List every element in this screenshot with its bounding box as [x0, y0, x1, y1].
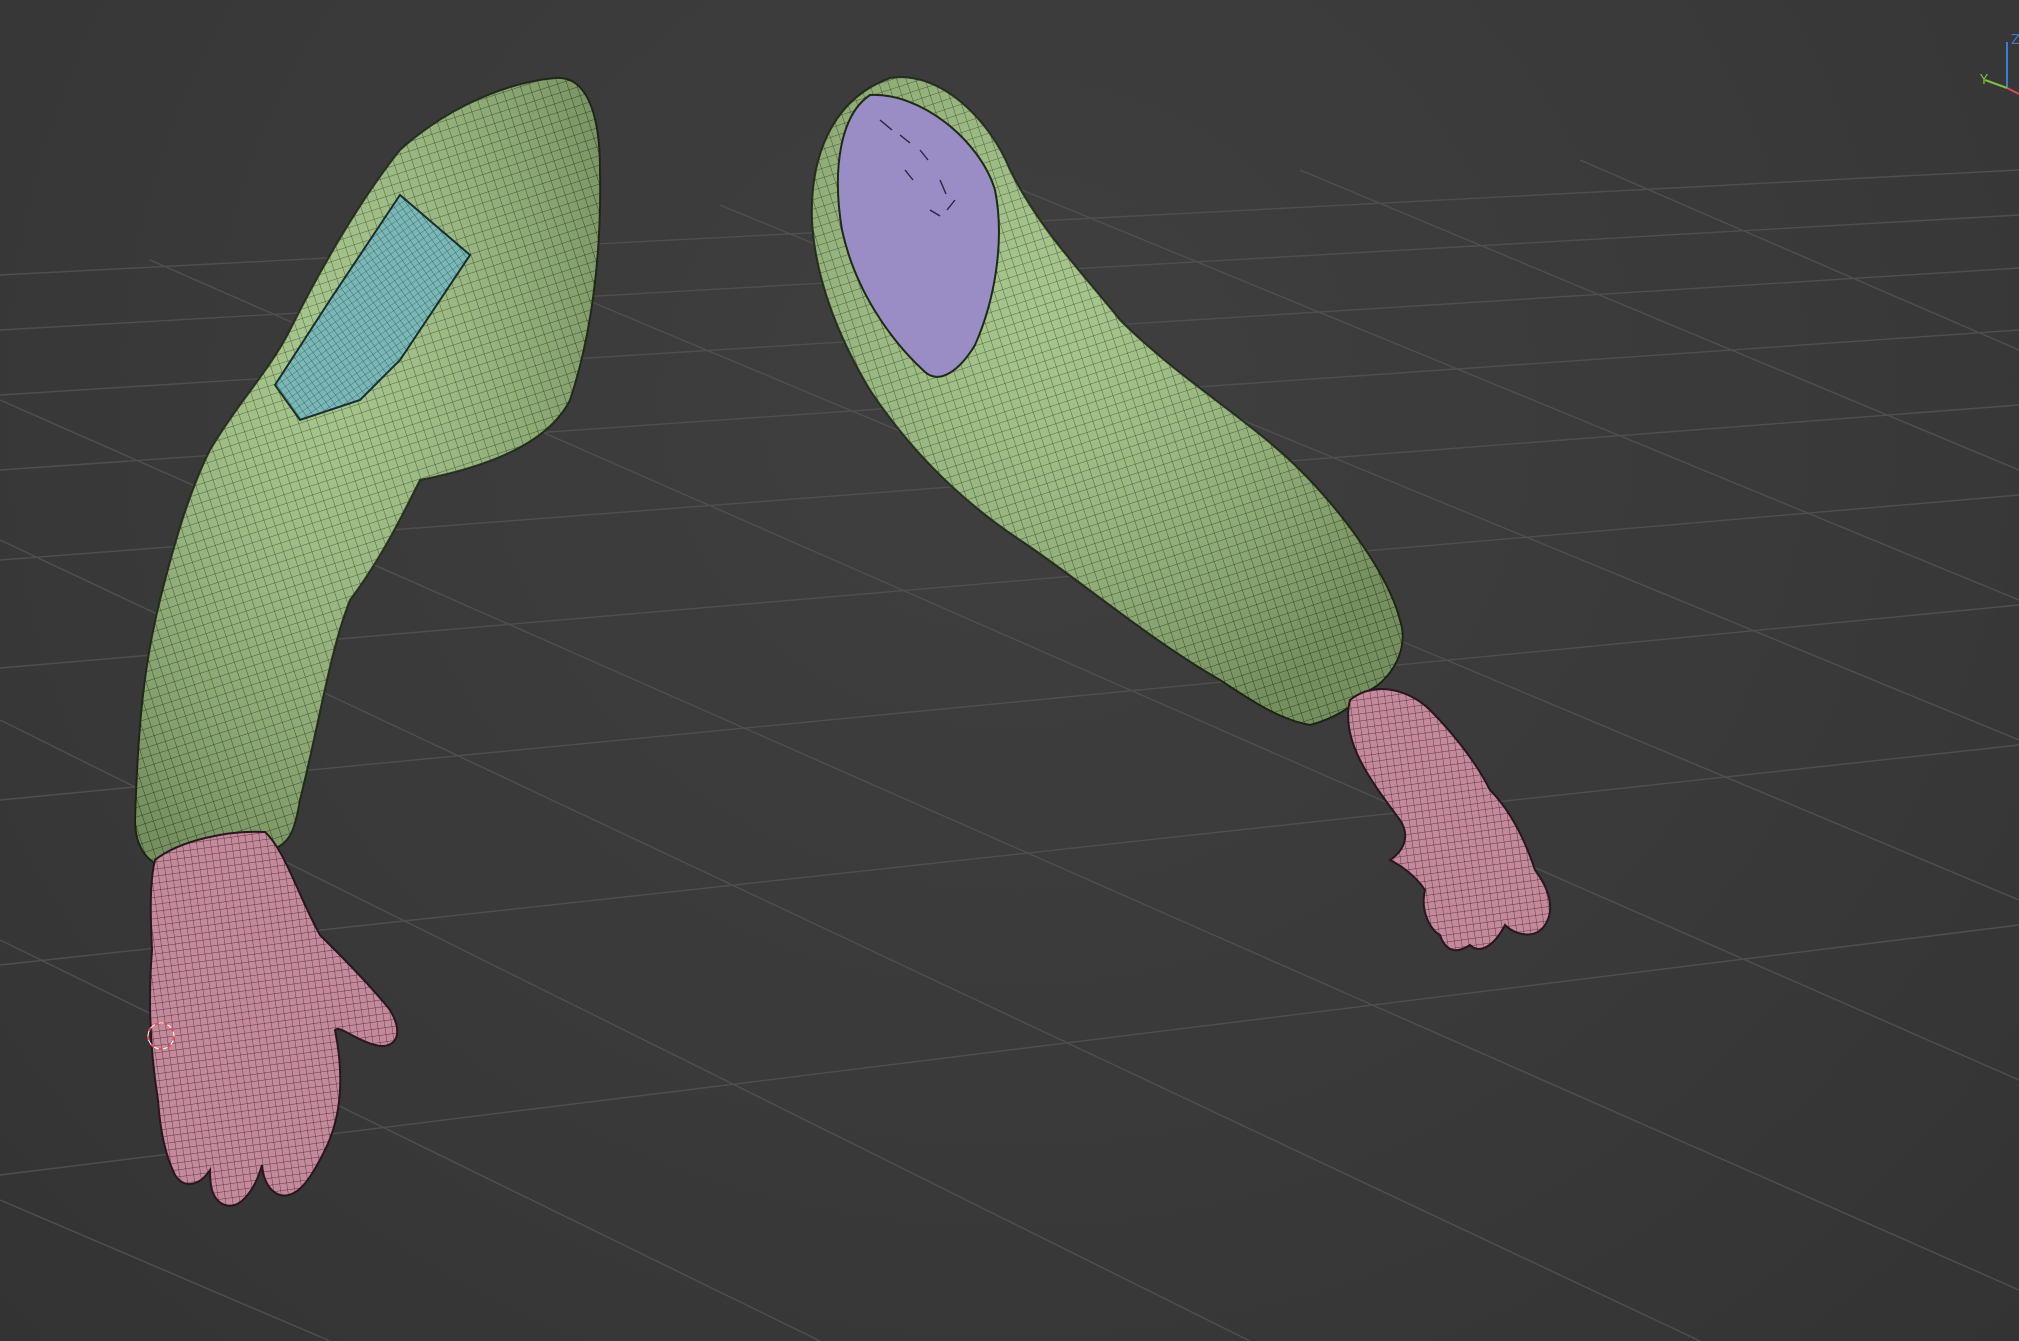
z-axis-label: Z — [2011, 33, 2019, 48]
3d-viewport[interactable]: Z Y — [0, 0, 2019, 1341]
axis-gizmo[interactable]: Z Y — [1979, 33, 2019, 95]
right-glove[interactable] — [1347, 688, 1552, 952]
x-axis-line — [2006, 87, 2019, 95]
y-axis-line — [1984, 79, 2008, 89]
right-arm[interactable] — [810, 76, 1552, 952]
left-sleeve-shading — [135, 77, 601, 869]
left-arm[interactable] — [133, 76, 602, 1207]
y-axis-label: Y — [1979, 73, 1988, 88]
left-glove[interactable] — [149, 830, 399, 1207]
